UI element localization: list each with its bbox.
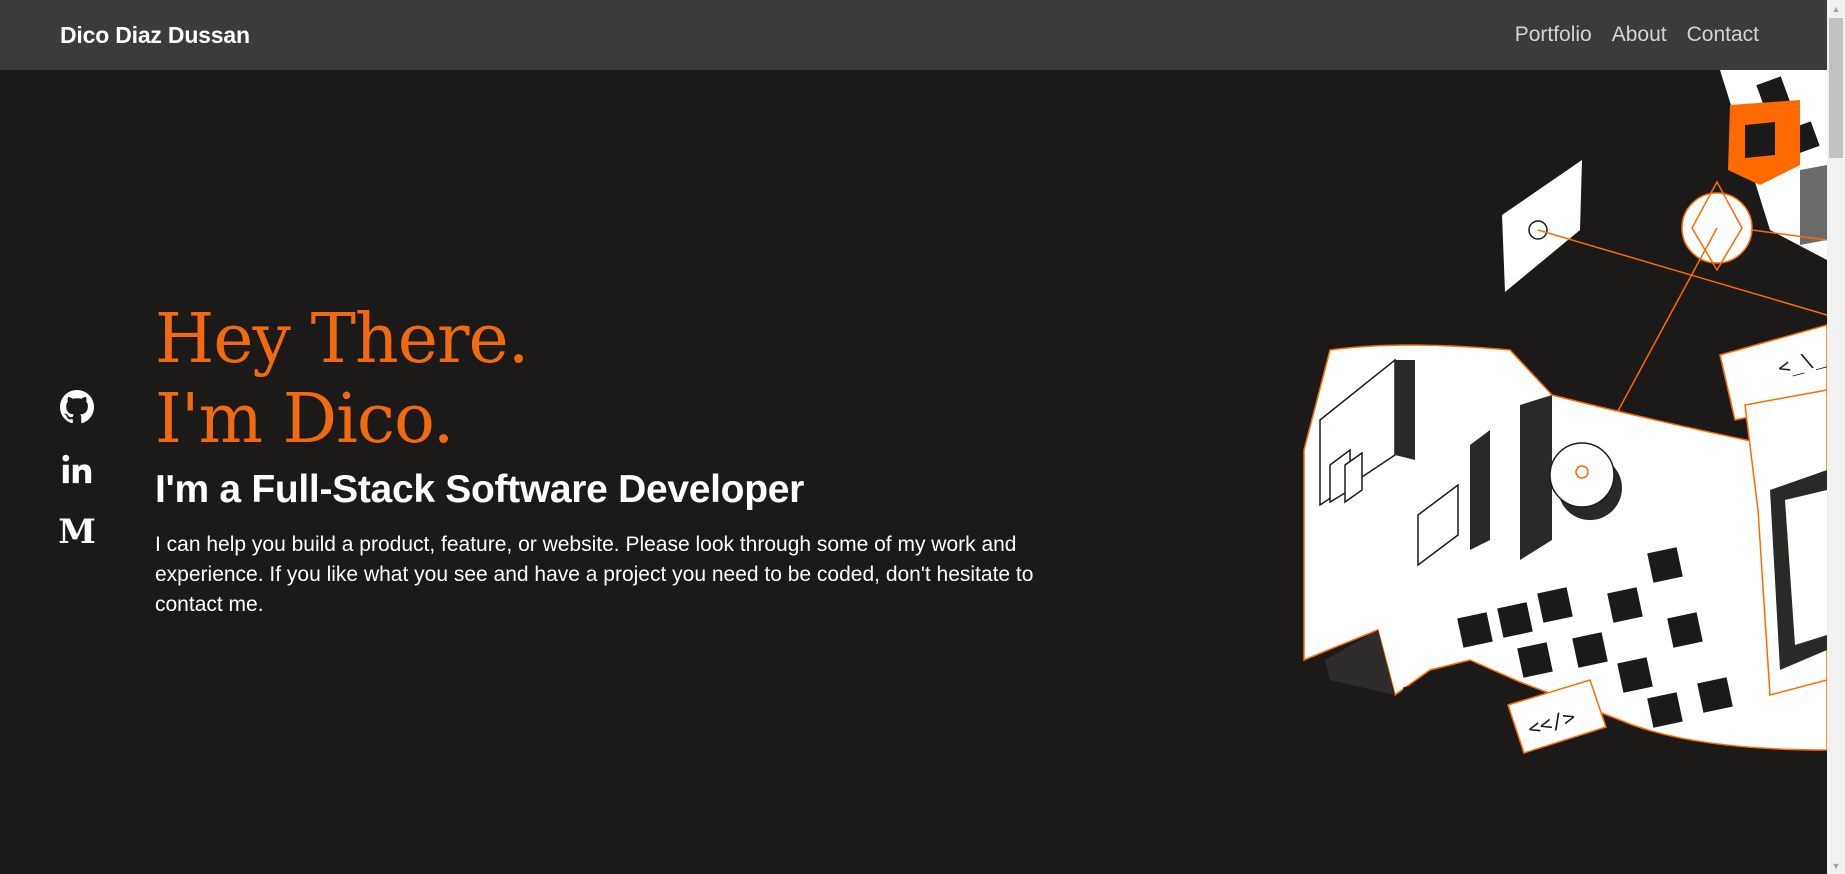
- medium-icon[interactable]: M: [58, 511, 96, 551]
- site-brand[interactable]: Dico Diaz Dussan: [60, 22, 250, 49]
- hero-intro: I can help you build a product, feature,…: [155, 533, 1034, 616]
- scrollbar[interactable]: ▲ ▼: [1827, 0, 1845, 874]
- hero-illustration: <_\_ <</>: [1290, 70, 1827, 770]
- github-icon[interactable]: [58, 387, 96, 427]
- linkedin-icon[interactable]: [58, 449, 96, 489]
- hero-section: Hey There. I'm Dico. I'm a Full-Stack So…: [155, 300, 1055, 641]
- social-links: M: [58, 387, 96, 551]
- top-navbar: Dico Diaz Dussan Portfolio About Contact: [0, 0, 1827, 70]
- svg-text:M: M: [59, 513, 95, 549]
- nav-link-contact[interactable]: Contact: [1687, 23, 1759, 47]
- greeting-line-2: I'm Dico.: [155, 380, 454, 459]
- scroll-up-icon[interactable]: ▲: [1827, 0, 1845, 17]
- nav-link-portfolio[interactable]: Portfolio: [1515, 23, 1592, 47]
- nav-links: Portfolio About Contact: [1515, 23, 1759, 47]
- scroll-down-icon[interactable]: ▼: [1827, 857, 1845, 874]
- scrollbar-thumb[interactable]: [1829, 18, 1843, 158]
- nav-link-about[interactable]: About: [1612, 23, 1667, 47]
- hero-tagline: I'm a Full-Stack Software Developer: [155, 468, 804, 511]
- greeting-line-1: Hey There.: [155, 300, 529, 379]
